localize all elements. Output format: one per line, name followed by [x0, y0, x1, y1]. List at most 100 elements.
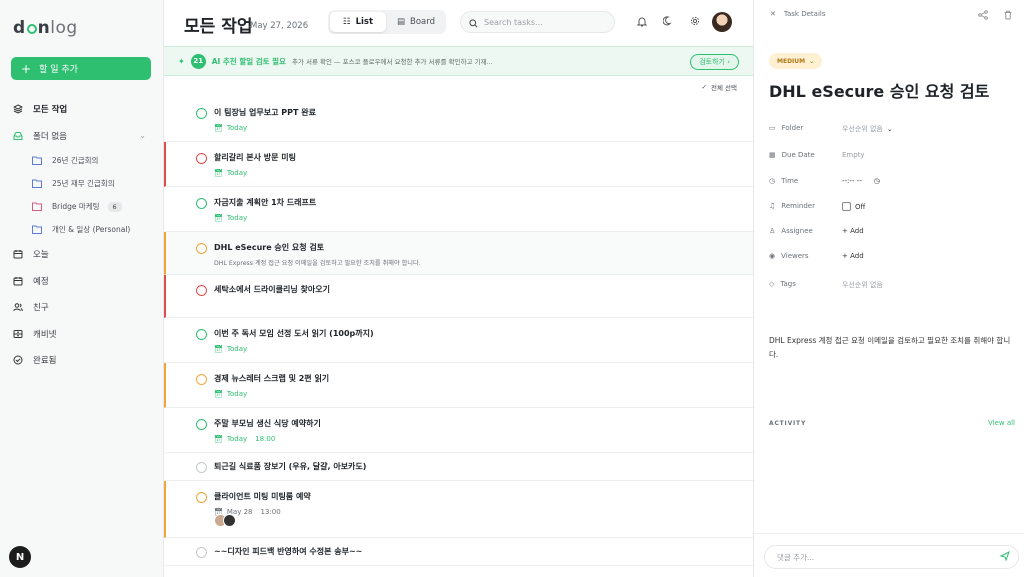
gear-icon[interactable] — [689, 15, 701, 27]
sidebar-item-label: 완료됨 — [33, 356, 57, 367]
sidebar-item-label: 캐비넷 — [33, 329, 57, 340]
folder-select[interactable]: 우선순위 없음 ⌄ — [842, 124, 893, 134]
prop-label: Tags — [780, 280, 796, 288]
users-icon — [13, 302, 23, 312]
time-field[interactable]: --:-- -- ◷ — [842, 177, 880, 185]
task-row[interactable]: 클라이언트 미팅 미팅룸 예약 📅︎ May 28 13:00 — [164, 481, 753, 538]
task-checkbox[interactable] — [196, 374, 207, 385]
task-row[interactable]: 세탁소에서 드라이클리닝 찾아오기 — [164, 275, 753, 318]
moon-icon[interactable] — [662, 15, 674, 27]
sidebar-item-folder-26[interactable]: 26년 긴급회의 — [0, 149, 164, 172]
tags-prop-label: ◇ Tags — [769, 280, 796, 288]
clock-icon[interactable]: ◷ — [874, 177, 880, 185]
select-all-button[interactable]: ✓ 전체 선택 — [702, 82, 737, 92]
folder-prop-label: ▭ Folder — [769, 124, 803, 132]
sidebar-item-cabinet[interactable]: 캐비넷 — [0, 321, 164, 348]
prop-label: Due Date — [781, 151, 815, 159]
sidebar-item-folder-bridge[interactable]: Bridge 마케팅 6 — [0, 195, 164, 218]
sidebar-item-label: 개인 & 일상 (Personal) — [52, 225, 131, 234]
priority-badge[interactable]: MEDIUM ⌄ — [769, 53, 823, 69]
user-avatar[interactable]: N — [9, 546, 31, 568]
trash-icon[interactable] — [1003, 10, 1013, 23]
select-all-label: 전체 선택 — [711, 84, 737, 92]
task-row[interactable]: 자금지출 계획안 1차 드래프트 📅︎ Today — [164, 187, 753, 232]
sidebar-item-label: 친구 — [33, 303, 49, 314]
sidebar-item-no-folder[interactable]: 폴더 없음 ⌄ — [0, 123, 164, 150]
task-checkbox[interactable] — [196, 462, 207, 473]
review-label: 검토하기 — [699, 58, 725, 66]
tags-field[interactable]: 우선순위 없음 — [842, 280, 883, 290]
chevron-down-icon[interactable]: ⌄ — [139, 131, 146, 140]
bell-icon: ♫ — [769, 202, 776, 210]
task-due: 📅︎ Today — [214, 214, 247, 222]
list-view-button[interactable]: ☷ List — [330, 12, 386, 32]
calendar-icon: 📅︎ — [214, 390, 223, 398]
task-row[interactable]: 이번 주 독서 모임 선정 도서 읽기 (100p까지) 📅︎ Today — [164, 318, 753, 363]
comment-input[interactable] — [777, 552, 987, 562]
task-title: 할리갈리 본사 방문 미팅 — [214, 153, 296, 162]
add-assignee-button[interactable]: + Add — [842, 227, 864, 235]
reminder-checkbox[interactable] — [842, 202, 851, 211]
sidebar-item-upcoming[interactable]: 예정 — [0, 268, 164, 295]
chevron-down-icon: ⌄ — [809, 57, 815, 65]
send-icon[interactable] — [999, 550, 1010, 564]
task-due: 📅︎ Today — [214, 345, 247, 353]
task-checkbox[interactable] — [196, 198, 207, 209]
sidebar-item-all-tasks[interactable]: 모든 작업 — [0, 96, 164, 123]
task-checkbox[interactable] — [196, 419, 207, 430]
sidebar-item-folder-25[interactable]: 25년 재무 긴급회의 — [0, 172, 164, 195]
task-row[interactable]: 주말 부모님 생신 식당 예약하기 📅︎ Today 18:00 — [164, 408, 753, 453]
calendar-icon: 📅︎ — [214, 345, 223, 353]
calendar-icon: 📅︎ — [214, 214, 223, 222]
task-detail-title[interactable]: DHL eSecure 승인 요청 검토 — [769, 78, 989, 102]
sidebar-item-today[interactable]: 오늘 — [0, 241, 164, 268]
sidebar-item-folder-personal[interactable]: 개인 & 일상 (Personal) — [0, 218, 164, 241]
task-checkbox[interactable] — [196, 547, 207, 558]
viewers-prop-label: ◉ Viewers — [769, 252, 809, 260]
task-title: 퇴근길 식료품 장보기 (우유, 달걀, 아보카도) — [214, 462, 367, 471]
task-row[interactable]: 퇴근길 식료품 장보기 (우유, 달걀, 아보카도) — [164, 453, 753, 481]
ai-suggestion-banner: ✦ 21 AI 추천 할일 검토 필요 추가 서류 확인 — 포스코 플로우에서… — [164, 46, 753, 76]
task-row-selected[interactable]: DHL eSecure 승인 요청 검토 DHL Express 계정 접근 요… — [164, 232, 753, 275]
reminder-toggle[interactable]: Off — [842, 202, 865, 211]
logo[interactable]: d nlog — [13, 18, 78, 38]
task-row[interactable]: 할리갈리 본사 방문 미팅 📅︎ Today — [164, 142, 753, 187]
task-title: 자금지출 계획안 1차 드래프트 — [214, 198, 317, 207]
task-row[interactable]: ~~디자인 피드백 반영하여 수정본 송부~~ — [164, 538, 753, 566]
prop-value: Off — [855, 202, 866, 211]
task-title: 이 팀장님 업무보고 PPT 완료 — [214, 108, 316, 117]
task-row[interactable]: 경제 뉴스레터 스크랩 및 2편 읽기 📅︎ Today — [164, 363, 753, 408]
task-checkbox[interactable] — [196, 243, 207, 254]
view-all-link[interactable]: View all — [988, 419, 1015, 427]
board-icon: ▤ — [396, 17, 406, 27]
task-checkbox[interactable] — [196, 285, 207, 296]
task-due: 📅︎ Today — [214, 169, 247, 177]
calendar-icon: 📅︎ — [214, 435, 223, 443]
task-checkbox[interactable] — [196, 329, 207, 340]
eye-icon: ◉ — [769, 252, 776, 260]
prop-label: Assignee — [781, 227, 813, 235]
task-detail-description[interactable]: DHL Express 계정 접근 요청 이메일을 검토하고 필요한 조치를 취… — [769, 334, 1019, 362]
due-date-field[interactable]: Empty — [842, 151, 865, 159]
assignee-avatars[interactable] — [214, 514, 236, 527]
bell-icon[interactable] — [636, 15, 648, 27]
review-button[interactable]: 검토하기 › — [690, 54, 739, 70]
task-checkbox[interactable] — [196, 153, 207, 164]
prop-label: Time — [781, 177, 799, 185]
sidebar-item-completed[interactable]: 완료됨 — [0, 347, 164, 374]
calendar-icon: 📅︎ — [214, 124, 223, 132]
close-icon[interactable]: ✕ — [770, 10, 776, 18]
search-input[interactable] — [484, 17, 604, 27]
task-row[interactable]: 이 팀장님 업무보고 PPT 완료 📅︎ Today — [164, 97, 753, 142]
sidebar-item-friends[interactable]: 친구 — [0, 294, 164, 321]
board-view-button[interactable]: ▤ Board — [388, 12, 444, 32]
task-checkbox[interactable] — [196, 108, 207, 119]
share-icon[interactable] — [978, 10, 988, 23]
comment-box — [764, 545, 1019, 569]
profile-avatar[interactable] — [712, 12, 732, 32]
add-task-button[interactable]: + 할 일 추가 — [11, 57, 151, 80]
add-viewer-button[interactable]: + Add — [842, 252, 864, 260]
logo-mark — [26, 24, 37, 34]
task-time: 13:00 — [260, 508, 281, 516]
task-checkbox[interactable] — [196, 492, 207, 503]
